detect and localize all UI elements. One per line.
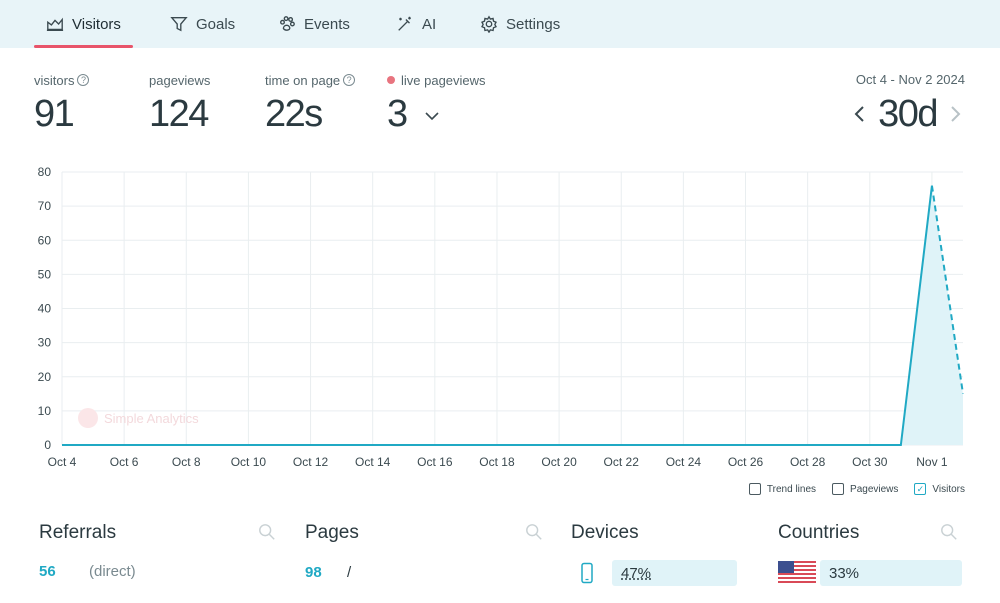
metric-label: time on page [265,72,341,88]
chevron-down-icon[interactable] [424,111,440,121]
date-range-value[interactable]: 30d [878,94,938,134]
search-icon[interactable] [258,523,276,541]
metric-label: visitors [34,72,75,88]
us-flag-icon [778,561,816,585]
x-tick-label: Oct 24 [666,455,702,469]
tab-visitors[interactable]: Visitors [34,0,133,48]
metric-value: 91 [34,93,75,135]
legend-pageviews[interactable]: Pageviews [832,483,898,495]
live-dot-icon [387,76,395,84]
devices-title: Devices [571,522,639,543]
x-tick-label: Oct 16 [417,455,453,469]
list-item[interactable]: 56 (direct) [39,563,136,580]
watermark-text: Simple Analytics [104,411,199,426]
x-tick-label: Oct 4 [48,455,77,469]
tab-label: Goals [196,15,236,33]
help-icon[interactable]: ? [77,74,90,86]
x-tick-label: Oct 12 [293,455,329,469]
metric-value: 3 [387,93,408,135]
country-row[interactable]: 33% [820,560,962,586]
y-tick-label: 80 [38,165,52,179]
x-tick-label: Oct 18 [479,455,515,469]
metric-label: pageviews [149,72,211,88]
checkbox[interactable] [748,483,761,495]
date-range-selector: 30d [850,94,965,134]
y-tick-label: 10 [38,404,52,418]
y-tick-label: 60 [38,233,52,247]
metric-value: 22s [265,93,323,135]
x-tick-label: Oct 22 [604,455,640,469]
legend-label: Visitors [932,483,965,495]
y-tick-label: 30 [38,336,52,350]
x-tick-label: Oct 6 [110,455,139,469]
y-tick-label: 0 [44,438,51,452]
countries-title: Countries [778,522,860,543]
visitors-chart: 0 10 20 30 40 50 60 70 80 Oct 4 Oct 6 Oct 8 Oct 10 Oc… [38,165,964,469]
legend-label: Pageviews [850,483,899,495]
tab-label: Settings [506,15,561,33]
pages-title: Pages [305,522,359,543]
x-tick-label: Oct 20 [541,455,577,469]
tab-events[interactable]: Events [278,0,350,48]
referrals-title: Referrals [39,522,117,543]
visitors-series-area [62,185,963,445]
y-tick-label: 40 [38,302,52,316]
search-icon[interactable] [940,523,958,541]
x-tick-label: Oct 28 [790,455,826,469]
tab-goals[interactable]: Goals [170,0,235,48]
tab-ai[interactable]: AI [396,0,436,48]
x-tick-label: Oct 14 [355,455,391,469]
paw-icon [280,16,295,31]
x-tick-label: Oct 10 [231,455,267,469]
legend-visitors[interactable]: ✓ Visitors [914,483,965,495]
legend-label: Trend lines [766,483,817,495]
visitors-icon [46,17,64,31]
chevron-right-icon[interactable] [947,105,965,123]
referral-label: (direct) [89,563,136,580]
y-tick-label: 20 [38,370,52,384]
device-percent: 47% [621,564,652,582]
country-percent: 33% [829,564,860,582]
tab-label: Visitors [72,15,121,33]
checkbox-checked[interactable]: ✓ [914,483,927,495]
metric-pageviews: pageviews 124 [149,72,211,135]
tab-bar: Visitors Goals Events AI Settings [0,0,1000,48]
metric-label: live pageviews [401,72,486,88]
magic-wand-icon [398,16,411,31]
funnel-icon [170,17,188,32]
device-row[interactable]: 47% [612,560,737,586]
metric-visitors: visitors ? 91 [34,72,90,135]
list-item[interactable]: 98 / [305,564,351,581]
y-tick-label: 50 [38,267,52,281]
page-count: 98 [305,564,322,581]
chevron-left-icon[interactable] [850,105,868,123]
gear-icon [481,15,497,33]
y-tick-label: 70 [38,199,52,213]
tab-settings[interactable]: Settings [480,0,560,48]
help-icon[interactable]: ? [343,74,356,86]
legend-trend-lines[interactable]: Trend lines [748,483,817,495]
phone-icon [581,562,593,584]
metric-time-on-page: time on page ? 22s [265,72,356,135]
x-tick-label: Oct 26 [728,455,764,469]
chart-legend: Trend lines Pageviews ✓ Visitors [748,483,965,495]
x-tick-label: Oct 8 [172,455,201,469]
tab-label: AI [422,15,437,33]
date-range-label: Oct 4 - Nov 2 2024 [855,72,965,87]
page-path: / [347,564,352,581]
search-icon[interactable] [525,523,543,541]
metric-value: 124 [149,93,209,135]
tab-label: Events [304,15,350,33]
referral-count: 56 [39,563,56,580]
watermark-logo-icon [78,408,98,428]
checkbox[interactable] [832,483,845,495]
metric-live-pageviews[interactable]: live pageviews 3 [387,72,486,134]
x-tick-label: Oct 30 [852,455,888,469]
x-tick-label: Nov 1 [916,455,948,469]
